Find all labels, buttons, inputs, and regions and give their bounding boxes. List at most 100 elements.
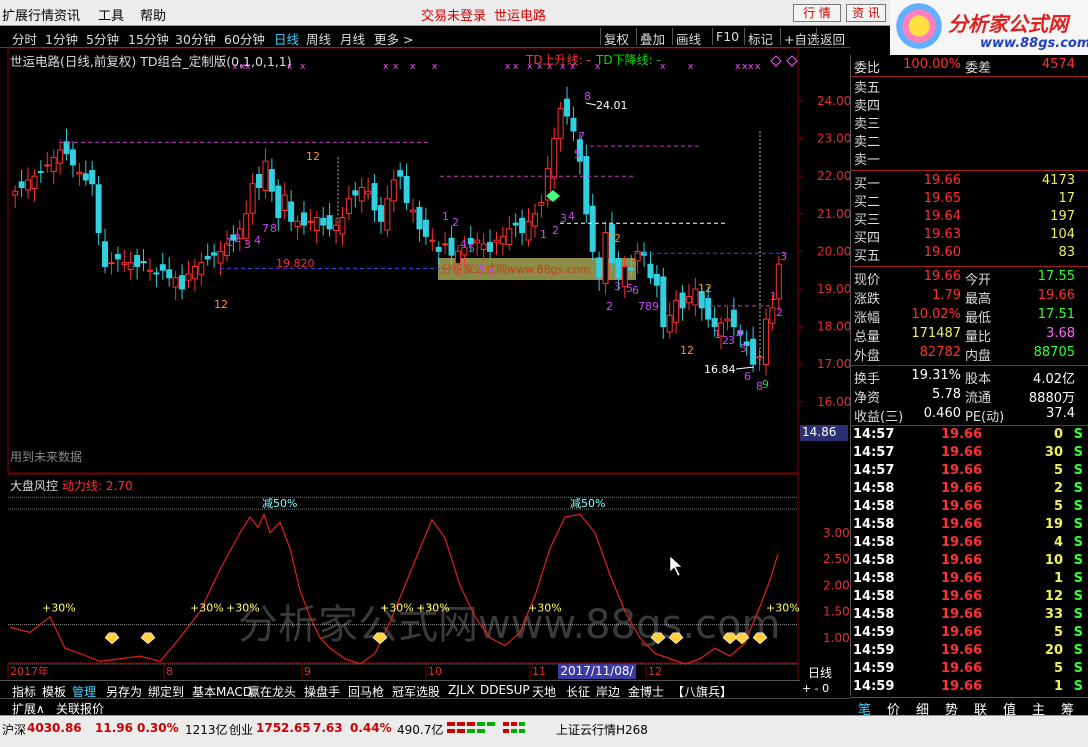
period-tab-7[interactable]: 周线 bbox=[306, 29, 331, 48]
candle-body bbox=[114, 253, 121, 260]
fund-label-2: PE(动) bbox=[965, 410, 1005, 425]
candle-body bbox=[313, 217, 320, 232]
menu-news[interactable]: 资讯 bbox=[54, 5, 80, 24]
sh-name[interactable]: 沪深 bbox=[2, 721, 26, 738]
login-status[interactable]: 交易未登录 bbox=[421, 5, 486, 24]
tick-volume: 5 bbox=[1053, 661, 1063, 676]
menu-extended-quotes[interactable]: 扩展行情 bbox=[2, 5, 54, 24]
candle-body bbox=[397, 170, 404, 177]
fund-value-2: 4.02亿 bbox=[1033, 372, 1075, 387]
candle-body bbox=[435, 246, 442, 252]
td-count-label: 5 bbox=[468, 242, 475, 255]
quote-tab-1[interactable]: 价 bbox=[887, 699, 900, 718]
quote-tab-0[interactable]: 笔 bbox=[858, 699, 871, 718]
candle-body bbox=[76, 171, 83, 175]
indicator-tab-11[interactable]: DDE bbox=[480, 683, 506, 697]
period-tab-6[interactable]: 日线 bbox=[274, 29, 299, 48]
candle-body bbox=[95, 184, 102, 234]
period-tab-0[interactable]: 分时 bbox=[12, 29, 37, 48]
tick-side: S bbox=[1073, 427, 1083, 442]
quote-tab-3[interactable]: 势 bbox=[945, 699, 958, 718]
tick-price: 19.66 bbox=[941, 535, 983, 550]
fundamental-row: 换手 19.31% 股本 4.02亿 bbox=[851, 368, 1088, 387]
zoom-controls[interactable]: + - 0 bbox=[802, 682, 829, 695]
candle-body bbox=[307, 220, 314, 223]
sh-pct: 0.30% bbox=[137, 721, 179, 735]
cy-name[interactable]: 创业 bbox=[229, 721, 253, 738]
indicator-axis-label: 1.50 bbox=[823, 605, 850, 619]
bid-price: 19.65 bbox=[923, 191, 961, 206]
candle-body bbox=[474, 239, 481, 244]
tick-side: S bbox=[1073, 463, 1083, 478]
candle-body bbox=[204, 255, 211, 260]
tick-side: S bbox=[1073, 517, 1083, 532]
candle-body bbox=[108, 262, 115, 265]
bid-label: 买四 bbox=[854, 231, 881, 246]
main-chart-area[interactable]: 24.0023.0022.0021.0020.0019.0018.0017.00… bbox=[0, 48, 850, 680]
tick-side: S bbox=[1073, 589, 1083, 604]
period-tab-1[interactable]: 1分钟 bbox=[45, 29, 78, 48]
fund-label: 净资 bbox=[854, 391, 881, 406]
period-label[interactable]: 日线 bbox=[808, 664, 832, 681]
bid-row: 买一 19.66 4173 bbox=[851, 173, 1088, 192]
toolbar-action-3[interactable]: F10 bbox=[716, 29, 739, 44]
candle-body bbox=[660, 276, 667, 328]
quote-tab-4[interactable]: 联 bbox=[974, 699, 987, 718]
plus30-signal: +30% bbox=[380, 602, 414, 615]
indicator-tabs: 指标 模板 管理 另存为 绑定到 基本MACD 赢在龙头 操盘手 回马枪 冠军选股 ZJLX DDE S… bbox=[0, 680, 800, 699]
period-tab-8[interactable]: 月线 bbox=[340, 29, 365, 48]
quote-label-2: 最高 bbox=[965, 292, 992, 307]
cloud-quote-label[interactable]: 上证云行情H268 bbox=[556, 721, 648, 738]
signal-marker: x bbox=[393, 62, 399, 72]
td-count-label: 7 bbox=[478, 264, 485, 277]
plus30-signal: +30% bbox=[42, 602, 76, 615]
menu-stock-name: 世运电路 bbox=[494, 9, 547, 24]
quote-row: 总量 171487 量比 3.68 bbox=[851, 326, 1088, 345]
candle-body bbox=[18, 181, 25, 188]
tick-time: 14:58 bbox=[853, 589, 895, 604]
period-tab-5[interactable]: 60分钟 bbox=[224, 29, 265, 48]
quote-tab-2[interactable]: 细 bbox=[916, 699, 929, 718]
bid-volume: 197 bbox=[1050, 209, 1075, 224]
tick-time: 14:57 bbox=[853, 463, 895, 478]
site-logo: 分析家公式网 www.88gs.com bbox=[890, 0, 1088, 55]
price-axis-label: 20.00 bbox=[817, 244, 850, 258]
period-tab-9[interactable]: 更多 > bbox=[374, 29, 413, 48]
menu-help[interactable]: 帮助 bbox=[140, 5, 166, 24]
fund-value-2: 37.4 bbox=[1046, 406, 1075, 421]
quote-value: 19.66 bbox=[923, 269, 961, 284]
quote-label-2: 内盘 bbox=[965, 349, 992, 364]
candle-body bbox=[44, 164, 51, 167]
toolbar-action-0[interactable]: 复权 bbox=[604, 29, 629, 48]
toolbar-action-6[interactable]: 返回 bbox=[820, 29, 845, 48]
quote-tab-5[interactable]: 值 bbox=[1003, 699, 1016, 718]
future-data-note: 用到未来数据 bbox=[10, 450, 83, 464]
toolbar-action-2[interactable]: 画线 bbox=[676, 29, 701, 48]
menu-tools[interactable]: 工具 bbox=[98, 5, 124, 24]
quote-tab-7[interactable]: 筹 bbox=[1061, 699, 1074, 718]
tick-price: 19.66 bbox=[941, 643, 983, 658]
candle-body bbox=[647, 263, 654, 279]
toolbar-action-5[interactable]: +自选 bbox=[784, 29, 819, 48]
tick-price: 19.66 bbox=[941, 499, 983, 514]
td-count-label: 3 bbox=[244, 238, 251, 251]
candle-body bbox=[256, 174, 263, 188]
quote-row: 现价 19.66 今开 17.55 bbox=[851, 269, 1088, 288]
candle-body bbox=[615, 258, 622, 279]
toolbar-action-1[interactable]: 叠加 bbox=[640, 29, 665, 48]
tick-volume: 5 bbox=[1053, 463, 1063, 478]
period-tab-4[interactable]: 30分钟 bbox=[175, 29, 216, 48]
indicator-name[interactable]: 大盘风控 bbox=[10, 477, 58, 494]
toolbar-action-4[interactable]: 标记 bbox=[748, 29, 773, 48]
quote-tab-6[interactable]: 主 bbox=[1032, 699, 1045, 718]
period-tab-3[interactable]: 15分钟 bbox=[128, 29, 169, 48]
tick-time: 14:58 bbox=[853, 481, 895, 496]
indicator-tab-10[interactable]: ZJLX bbox=[448, 683, 475, 697]
candle-body bbox=[37, 171, 44, 174]
info-button[interactable]: 资 讯 bbox=[846, 4, 886, 22]
toolbar-separator bbox=[672, 28, 673, 45]
period-tab-2[interactable]: 5分钟 bbox=[86, 29, 119, 48]
ask-row: 卖三 bbox=[851, 113, 1088, 132]
indicator-tab-12[interactable]: SUP bbox=[506, 683, 530, 697]
quote-button[interactable]: 行 情 bbox=[793, 4, 841, 22]
